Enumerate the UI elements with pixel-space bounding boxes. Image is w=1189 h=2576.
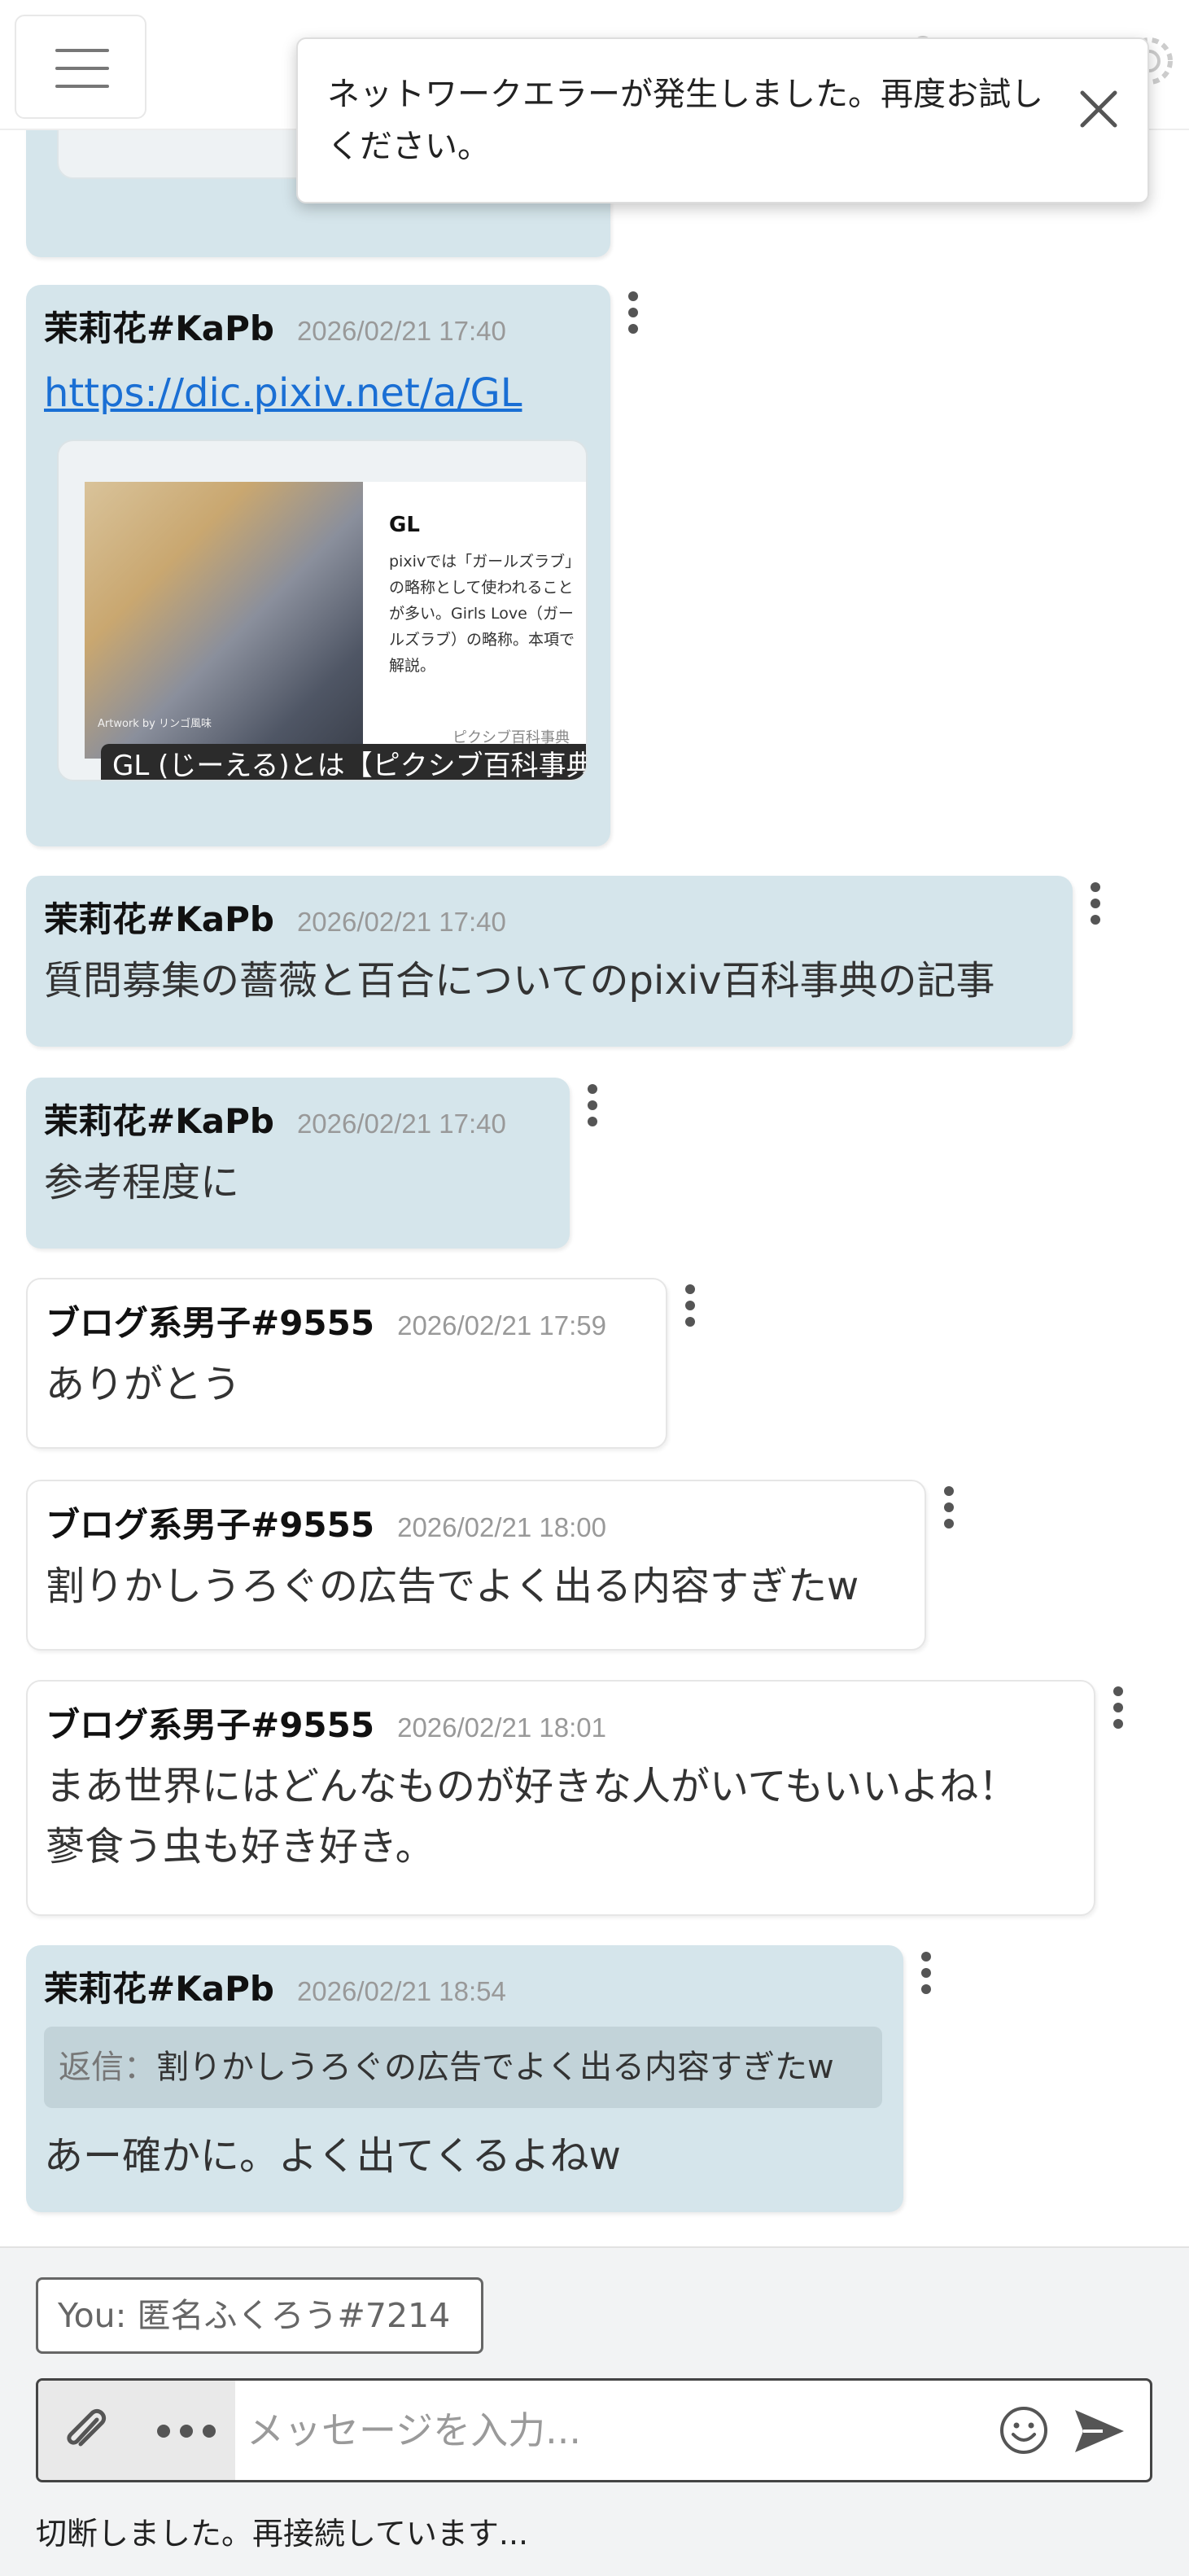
message-time: 2026/02/21 18:54	[296, 1976, 506, 2006]
message-bubble: ブログ系男子#9555 2026/02/21 18:01 まあ世界にはどんなものが…	[26, 1680, 1095, 1916]
message-meta: 茉莉花#KaPb 2026/02/21 17:40	[44, 1094, 506, 1144]
message-text-line2: 蓼食う虫も好き好き。	[46, 1824, 435, 1870]
message-meta: ブログ系男子#9555 2026/02/21 18:01	[46, 1698, 606, 1747]
message-time: 2026/02/21 18:01	[397, 1712, 607, 1743]
error-toast: ネットワークエラーが発生しました。再度お試しください。	[296, 37, 1149, 203]
message-text: 参考程度に	[44, 1160, 240, 1205]
message-input[interactable]	[247, 2381, 979, 2480]
preview-caption: GL (じーえる)とは【ピクシブ百科事典】	[101, 744, 586, 780]
chat-message-list[interactable]: 茉莉花#KaPb 2026/02/21 17:40 https://dic.pix…	[0, 0, 1189, 2246]
menu-line	[55, 49, 109, 52]
message-meta: ブログ系男子#9555 2026/02/21 17:59	[46, 1296, 606, 1345]
more-options-icon[interactable]	[154, 2421, 219, 2441]
message-author: 茉莉花#KaPb	[44, 1101, 274, 1141]
connection-status: 切断しました。再接続しています...	[36, 2516, 529, 2552]
menu-line	[55, 67, 109, 70]
reply-quote[interactable]: 返信：割りかしうろぐの広告でよく出る内容すぎたw	[44, 2027, 882, 2108]
message-author: ブログ系男子#9555	[46, 1505, 375, 1545]
close-icon[interactable]	[1069, 80, 1128, 138]
message-bubble: 茉莉花#KaPb 2026/02/21 18:54 返信：割りかしうろぐの広告でよ…	[26, 1945, 903, 2212]
message-meta: 茉莉花#KaPb 2026/02/21 17:40	[44, 892, 506, 942]
message-bubble: ブログ系男子#9555 2026/02/21 18:00 割りかしうろぐの広告でよ…	[26, 1480, 926, 1651]
toast-message: ネットワークエラーが発生しました。再度お試しください。	[327, 76, 1043, 165]
menu-button[interactable]	[15, 15, 146, 119]
message-menu-icon[interactable]	[920, 1952, 933, 1994]
message-author: 茉莉花#KaPb	[44, 899, 274, 939]
message-text-line1: まあ世界にはどんなものが好きな人がいてもいいよね！	[46, 1764, 1018, 1809]
message-bubble: 茉莉花#KaPb 2026/02/21 17:40 質問募集の薔薇と百合についての…	[26, 876, 1073, 1047]
composer-tools	[38, 2381, 235, 2480]
message-text: ありがとう	[46, 1362, 242, 1407]
message-meta: 茉莉花#KaPb 2026/02/21 18:54	[44, 1962, 506, 2011]
message-time: 2026/02/21 17:40	[296, 1109, 506, 1139]
preview-description: pixivでは「ガールズラブ」の略称として使われることが多い。Girls Lov…	[389, 553, 575, 675]
message-menu-icon[interactable]	[627, 291, 640, 334]
message-menu-icon[interactable]	[1112, 1686, 1125, 1729]
artwork-credit: Artwork by リンゴ風味	[98, 718, 212, 730]
message-menu-icon[interactable]	[942, 1486, 955, 1529]
message-composer: You: 匿名ふくろう#7214 切断しました。再接続しています...	[0, 2246, 1189, 2576]
message-text: 質問募集の薔薇と百合についてのpixiv百科事典の記事	[44, 958, 995, 1004]
message-menu-icon[interactable]	[1089, 882, 1102, 925]
reply-label: 返信：	[59, 2049, 156, 2086]
send-icon[interactable]	[1070, 2402, 1129, 2460]
message-link[interactable]: https://dic.pixiv.net/a/GL	[44, 363, 522, 423]
preview-info: GL pixivでは「ガールズラブ」の略称として使われることが多い。Girls …	[363, 482, 586, 759]
message-bubble: ブログ系男子#9555 2026/02/21 17:59 ありがとう	[26, 1278, 667, 1449]
message-bubble: 茉莉花#KaPb 2026/02/21 17:40 https://dic.pix…	[26, 285, 610, 846]
message-meta: 茉莉花#KaPb 2026/02/21 17:40	[44, 301, 506, 351]
preview-title: GL	[389, 513, 420, 537]
reply-text: 割りかしうろぐの広告でよく出る内容すぎたw	[156, 2049, 834, 2086]
message-time: 2026/02/21 18:00	[397, 1512, 607, 1542]
message-text: あー確かに。よく出てくるよねw	[44, 2133, 621, 2179]
message-time: 2026/02/21 17:40	[296, 316, 506, 346]
current-user-badge[interactable]: You: 匿名ふくろう#7214	[36, 2277, 483, 2354]
message-time: 2026/02/21 17:59	[397, 1310, 607, 1340]
preview-thumbnail: Artwork by リンゴ風味	[85, 482, 363, 759]
message-bubble: 茉莉花#KaPb 2026/02/21 17:40 参考程度に	[26, 1078, 570, 1249]
message-author: ブログ系男子#9555	[46, 1705, 375, 1745]
message-menu-icon[interactable]	[586, 1084, 599, 1126]
message-text: 割りかしうろぐの広告でよく出る内容すぎたw	[46, 1564, 859, 1609]
message-author: 茉莉花#KaPb	[44, 308, 274, 348]
message-meta: ブログ系男子#9555 2026/02/21 18:00	[46, 1498, 606, 1547]
menu-line	[55, 85, 109, 88]
message-time: 2026/02/21 17:40	[296, 907, 506, 937]
emoji-icon[interactable]	[999, 2405, 1049, 2456]
message-menu-icon[interactable]	[684, 1284, 697, 1327]
input-row	[36, 2378, 1152, 2482]
link-preview-card[interactable]: Artwork by リンゴ風味 GL pixivでは「ガールズラブ」の略称とし…	[57, 440, 588, 781]
paperclip-icon[interactable]	[56, 2402, 115, 2460]
message-author: ブログ系男子#9555	[46, 1303, 375, 1343]
message-author: 茉莉花#KaPb	[44, 1969, 274, 2009]
